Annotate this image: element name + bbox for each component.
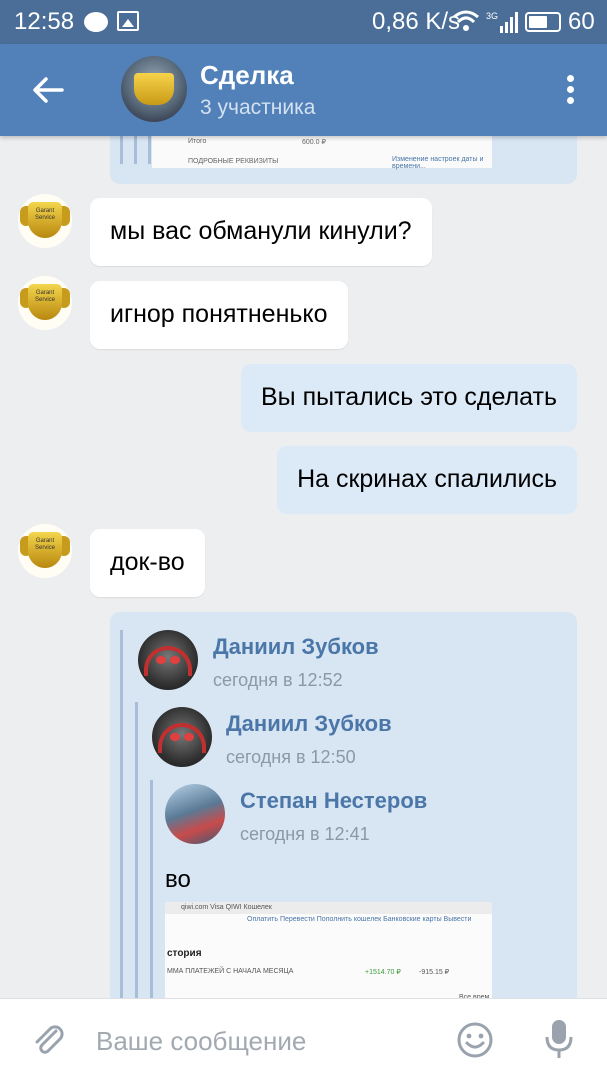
forwarded-sender-name[interactable]: Даниил Зубков [213,634,379,660]
status-time: 12:58 [14,8,75,35]
battery-icon [525,12,561,32]
forwarded-message[interactable]: Даниил Зубков сегодня в 12:52 Даниил Зуб… [110,612,577,1012]
chat-header: Сделка 3 участника [0,44,607,136]
message-input[interactable] [96,1021,426,1061]
message-composer [0,998,607,1080]
microphone-icon[interactable] [542,1017,576,1061]
signal-icon: 3G [486,11,518,33]
more-options-icon[interactable] [560,72,580,112]
forwarded-time: сегодня в 12:52 [213,670,343,690]
back-arrow-icon[interactable] [28,70,68,110]
forwarded-sender-avatar[interactable] [138,630,198,690]
forwarded-sender-avatar[interactable] [165,784,225,844]
signal-label: 3G [486,11,498,21]
garant-badge-icon [134,73,174,105]
message-bubble-incoming[interactable]: игнор понятненько [90,281,348,349]
message-notification-icon [84,12,108,32]
attach-icon[interactable] [28,1019,68,1059]
sender-avatar[interactable]: Garant Service [18,276,72,330]
sender-avatar[interactable]: Garant Service [18,194,72,248]
status-bar: 12:58 0,86 K/s 3G 60 [0,0,607,44]
forwarded-message-text: во [165,866,191,893]
forwarded-time: сегодня в 12:50 [226,747,356,767]
network-speed: 0,86 K/s [372,8,461,35]
screenshot-preview[interactable]: qiwi.com Visa QIWI Кошелек Оплатить Пере… [165,902,492,1012]
chat-avatar[interactable] [121,56,187,122]
forwarded-sender-avatar[interactable] [152,707,212,767]
message-bubble-incoming[interactable]: док-во [90,529,205,597]
emoji-icon[interactable] [456,1021,494,1059]
chat-title[interactable]: Сделка [200,60,294,91]
wifi-icon [453,10,479,31]
image-notification-icon [117,11,139,31]
forwarded-sender-name[interactable]: Степан Нестеров [240,788,427,814]
message-bubble-outgoing[interactable]: На скринах спалились [277,446,577,514]
sender-avatar[interactable]: Garant Service [18,524,72,578]
battery-percent: 60 [568,8,595,35]
chat-participants[interactable]: 3 участника [200,96,315,120]
forwarded-time: сегодня в 12:41 [240,824,370,844]
message-bubble-incoming[interactable]: мы вас обманули кинули? [90,198,432,266]
forwarded-sender-name[interactable]: Даниил Зубков [226,711,392,737]
message-bubble-outgoing[interactable]: Вы пытались это сделать [241,364,577,432]
